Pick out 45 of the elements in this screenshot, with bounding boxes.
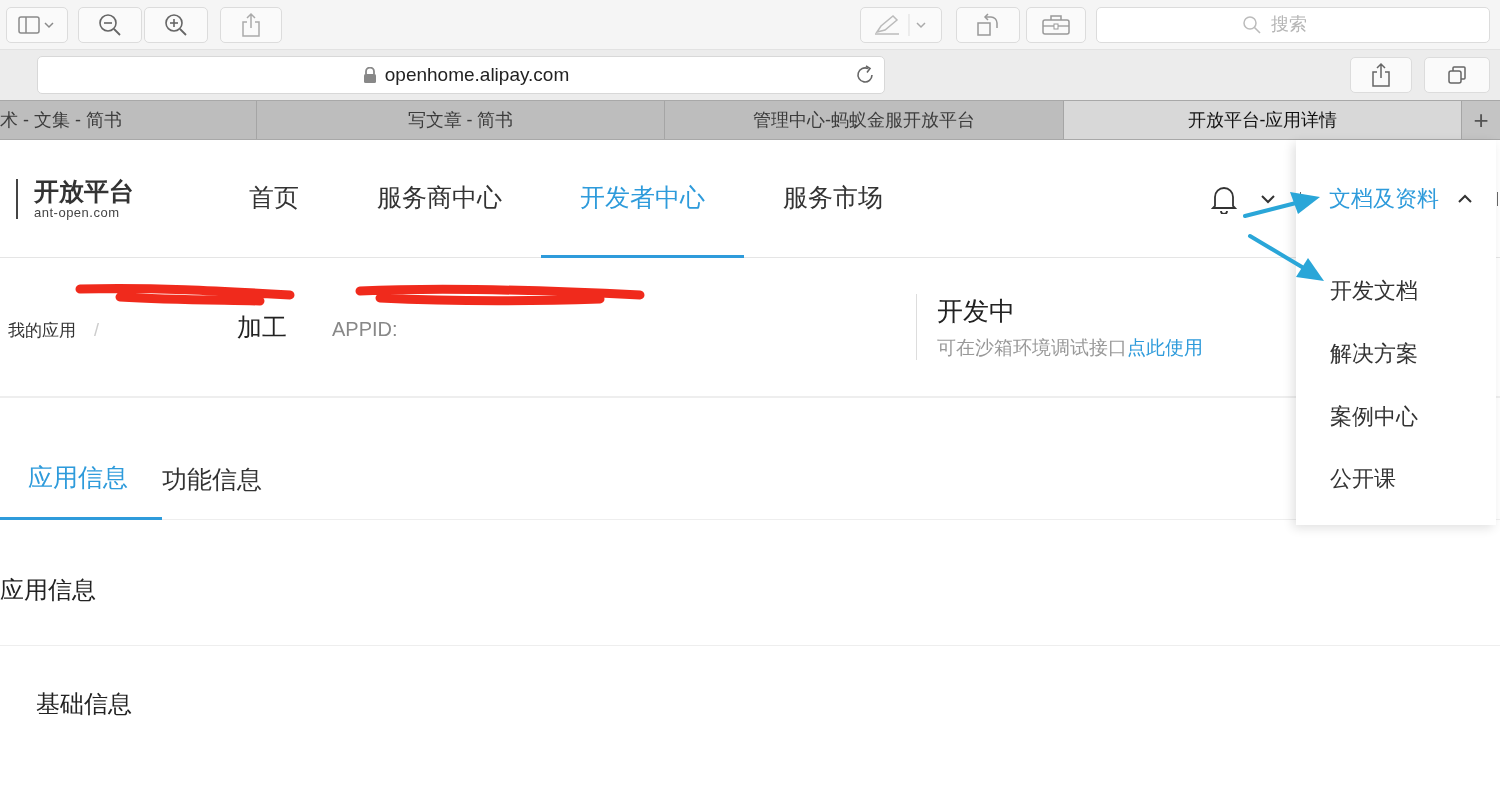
breadcrumb-separator: / (94, 319, 99, 341)
chevron-down-icon[interactable] (1260, 193, 1276, 204)
zoom-in-icon (163, 11, 189, 38)
nav-tab[interactable]: 服务商中心 (338, 140, 541, 258)
menu-item[interactable]: 案例中心 (1296, 399, 1496, 463)
toolbox-icon (1041, 13, 1071, 36)
sidebar-button[interactable] (6, 6, 68, 43)
rotate-button[interactable] (956, 6, 1020, 43)
breadcrumb-link[interactable]: 我的应用 (8, 318, 76, 342)
status-hint: 可在沙箱环境调试接口 (937, 335, 1127, 360)
chevron-up-icon[interactable] (1457, 193, 1473, 204)
menu-item[interactable]: 解决方案 (1296, 336, 1496, 400)
app-name: 加工 (237, 311, 287, 343)
nav-tab[interactable]: 首页 (210, 140, 338, 258)
share-button[interactable] (220, 6, 282, 43)
nav-tab[interactable]: 服务市场 (744, 140, 922, 258)
rotate-icon (975, 11, 1001, 38)
status-title: 开发中 (937, 294, 1016, 328)
page-tab[interactable]: 功能信息 (162, 439, 296, 519)
subsection-title: 基础信息 (35, 689, 133, 719)
sidebar-icon (17, 14, 57, 35)
overlapping-squares-icon (1446, 64, 1468, 86)
toolbox-button[interactable] (1026, 6, 1086, 43)
new-tab-button[interactable]: + (1462, 101, 1500, 139)
app-id: APPID: (332, 317, 398, 341)
logo-title[interactable]: 开放平台 (34, 177, 134, 205)
zoom-in-button[interactable] (144, 6, 208, 43)
browser-tab[interactable]: 术 - 文集 - 简书 (0, 101, 257, 139)
logo-subtitle: ant-open.com (34, 205, 121, 220)
section-title: 应用信息 (0, 520, 1500, 646)
search-icon (1242, 14, 1262, 35)
zoom-out-button[interactable] (78, 6, 142, 43)
url-text: openhome.alipay.com (384, 64, 570, 86)
share-icon (240, 11, 262, 38)
share-icon (1370, 62, 1392, 88)
browser-tab[interactable]: 写文章 - 简书 (257, 101, 665, 139)
share-button[interactable] (1350, 57, 1412, 93)
search-field[interactable]: 搜索 (1096, 6, 1490, 43)
tab-overview-button[interactable] (1424, 57, 1490, 93)
address-field[interactable]: openhome.alipay.com (37, 56, 885, 94)
browser-tab[interactable]: 开放平台-应用详情 (1064, 101, 1462, 139)
menu-item[interactable]: 开发文档 (1296, 274, 1496, 337)
reload-icon[interactable] (854, 64, 876, 86)
zoom-out-icon (97, 11, 123, 38)
lock-icon (362, 67, 377, 83)
